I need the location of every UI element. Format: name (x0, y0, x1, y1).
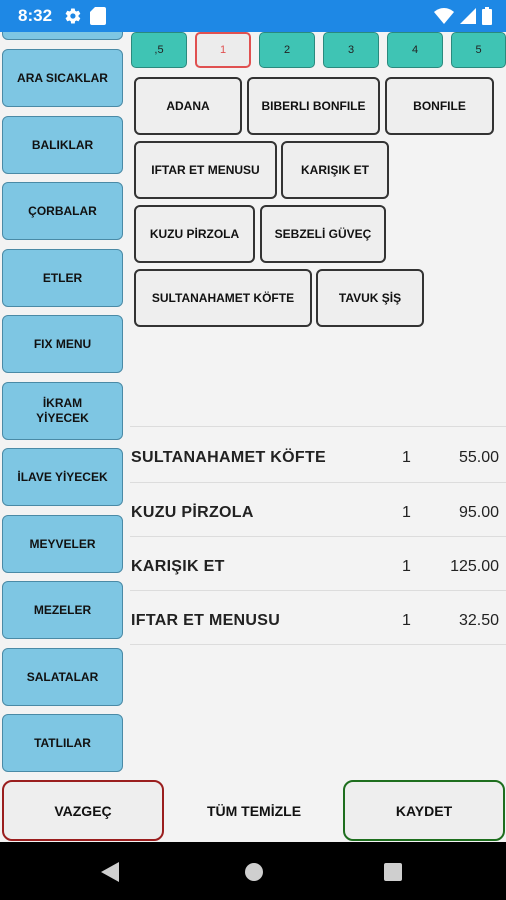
cancel-button[interactable]: VAZGEÇ (2, 780, 164, 841)
order-item-qty: 1 (402, 449, 411, 466)
category-baliklar[interactable]: BALIKLAR (2, 116, 123, 174)
category-label: MEZELER (33, 602, 92, 617)
home-icon[interactable] (244, 862, 264, 887)
menu-item-sebzeli-guvec[interactable]: SEBZELİ GÜVEÇ (260, 205, 386, 263)
category-label: ARA SICAKLAR (17, 70, 108, 85)
category-etler[interactable]: ETLER (2, 249, 123, 307)
menu-item-kuzu-pirzola[interactable]: KUZU PİRZOLA (134, 205, 255, 263)
category-item[interactable] (2, 32, 123, 40)
status-time: 8:32 (18, 6, 53, 25)
order-item-name: SULTANAHAMET KÖFTE (131, 449, 327, 466)
category-fix-menu[interactable]: FIX MENU (2, 315, 123, 373)
back-icon[interactable] (101, 862, 121, 887)
category-label: ETLER (42, 270, 83, 285)
menu-item-bonfile[interactable]: BONFILE (385, 77, 494, 135)
order-item-price: 55.00 (458, 449, 499, 466)
category-label: İKRAM YİYECEK (36, 396, 89, 425)
divider (130, 536, 506, 537)
category-tatlilar[interactable]: TATLILAR (2, 714, 123, 772)
order-item-price: 32.50 (458, 612, 499, 629)
navigation-bar (0, 842, 506, 900)
order-row[interactable]: IFTAR ET MENUSU 1 32.50 (130, 595, 506, 649)
order-row[interactable]: KUZU PİRZOLA 1 95.00 (130, 487, 506, 541)
gear-icon (64, 7, 82, 30)
wifi-icon (434, 8, 454, 29)
category-sidebar[interactable]: ARA SICAKLAR BALIKLAR ÇORBALAR ETLER FIX… (0, 32, 126, 772)
category-meyveler[interactable]: MEYVELER (2, 515, 123, 573)
battery-icon (482, 7, 492, 30)
category-label: SALATALAR (26, 669, 99, 684)
menu-item-adana[interactable]: ADANA (134, 77, 242, 135)
page-button[interactable]: 2 (259, 32, 315, 68)
order-item-qty: 1 (402, 558, 411, 575)
order-row[interactable]: KARIŞIK ET 1 125.00 (130, 541, 506, 595)
menu-item-sultanahamet-kofte[interactable]: SULTANAHAMET KÖFTE (134, 269, 312, 327)
category-ara-sicaklar[interactable]: ARA SICAKLAR (2, 49, 123, 107)
category-label: BALIKLAR (31, 137, 94, 152)
signal-icon (460, 8, 476, 29)
app-content: ARA SICAKLAR BALIKLAR ÇORBALAR ETLER FIX… (0, 32, 506, 842)
category-label: TATLILAR (34, 735, 91, 750)
sd-card-icon (90, 7, 106, 30)
recents-icon[interactable] (384, 863, 402, 886)
menu-item-biberli-bonfile[interactable]: BIBERLI BONFILE (247, 77, 380, 135)
category-label: ÇORBALAR (28, 203, 97, 218)
page-button[interactable]: ,5 (131, 32, 187, 68)
pagination: ,5 1 2 3 4 5 (130, 32, 506, 70)
menu-item-tavuk-sis[interactable]: TAVUK ŞİŞ (316, 269, 424, 327)
page-button[interactable]: 5 (451, 32, 506, 68)
action-bar: VAZGEÇ TÜM TEMİZLE KAYDET (0, 780, 506, 842)
category-label: İLAVE YİYECEK (17, 469, 108, 484)
divider (130, 644, 506, 645)
page-button[interactable]: 4 (387, 32, 443, 68)
order-item-qty: 1 (402, 504, 411, 521)
order-item-qty: 1 (402, 612, 411, 629)
menu-item-iftar-et-menusu[interactable]: IFTAR ET MENUSU (134, 141, 277, 199)
category-mezeler[interactable]: MEZELER (2, 581, 123, 639)
order-item-name: KUZU PİRZOLA (131, 504, 254, 521)
page-button-active[interactable]: 1 (195, 32, 251, 68)
order-item-name: IFTAR ET MENUSU (131, 612, 281, 629)
order-item-price: 95.00 (458, 504, 499, 521)
divider (130, 590, 506, 591)
page-button[interactable]: 3 (323, 32, 379, 68)
status-bar: 8:32 (0, 0, 506, 32)
category-ikram-yiyecek[interactable]: İKRAM YİYECEK (2, 382, 123, 440)
menu-item-karisik-et[interactable]: KARIŞIK ET (281, 141, 389, 199)
category-label: FIX MENU (33, 336, 92, 351)
clear-all-button[interactable]: TÜM TEMİZLE (170, 780, 338, 841)
divider (130, 426, 506, 427)
save-button[interactable]: KAYDET (343, 780, 505, 841)
divider (130, 482, 506, 483)
order-item-price: 125.00 (450, 558, 499, 575)
category-salatalar[interactable]: SALATALAR (2, 648, 123, 706)
category-label: MEYVELER (29, 536, 96, 551)
category-corbalar[interactable]: ÇORBALAR (2, 182, 123, 240)
category-ilave-yiyecek[interactable]: İLAVE YİYECEK (2, 448, 123, 506)
order-item-name: KARIŞIK ET (131, 558, 225, 575)
order-row[interactable]: SULTANAHAMET KÖFTE 1 55.00 (130, 432, 506, 486)
